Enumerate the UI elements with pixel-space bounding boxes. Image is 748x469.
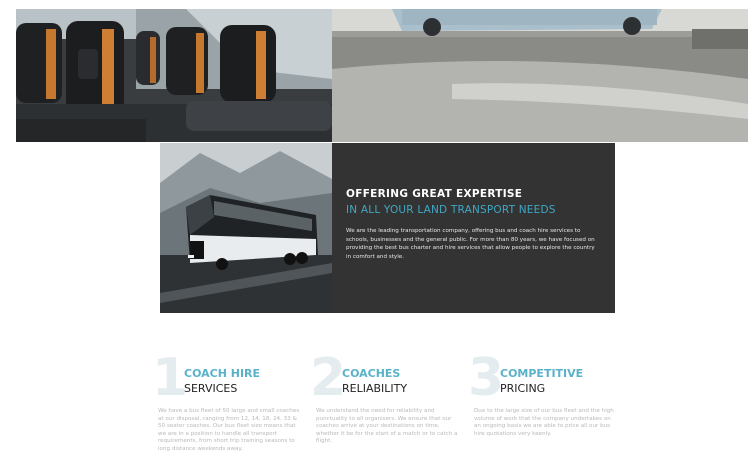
feature-description: We are the leading transportation compan… [346, 228, 595, 260]
column-number: 2 [310, 348, 347, 408]
services-columns: 1 COACH HIRE SERVICES We have a bus flee… [152, 352, 622, 469]
column-heading: COACH HIRE [184, 367, 261, 380]
feature-image-coach [160, 143, 332, 313]
column-text: We understand the need for reliability a… [316, 408, 458, 445]
column-heading-group: COMPETITIVE PRICING [500, 367, 583, 397]
column-heading-group: COACH HIRE SERVICES [184, 367, 260, 397]
column-text: Due to the large size of our bus fleet a… [474, 408, 614, 437]
column-subheading: PRICING [500, 382, 546, 395]
column-heading: COMPETITIVE [500, 367, 584, 380]
column-subheading: SERVICES [184, 382, 238, 395]
column-subheading: RELIABILITY [342, 382, 408, 395]
hero-image-road [332, 9, 748, 142]
column-heading-group: COACHES RELIABILITY [342, 367, 407, 397]
feature-panel: OFFERING GREAT EXPERTISE IN ALL YOUR LAN… [332, 143, 615, 313]
feature-subtitle: IN ALL YOUR LAND TRANSPORT NEEDS [346, 204, 556, 216]
column-text: We have a bus fleet of 50 large and smal… [158, 408, 300, 452]
column-number: 3 [468, 348, 505, 408]
feature-title: OFFERING GREAT EXPERTISE [346, 188, 523, 200]
hero-image-coach-interior [16, 9, 332, 142]
column-number: 1 [152, 348, 189, 408]
column-heading: COACHES [342, 367, 401, 380]
